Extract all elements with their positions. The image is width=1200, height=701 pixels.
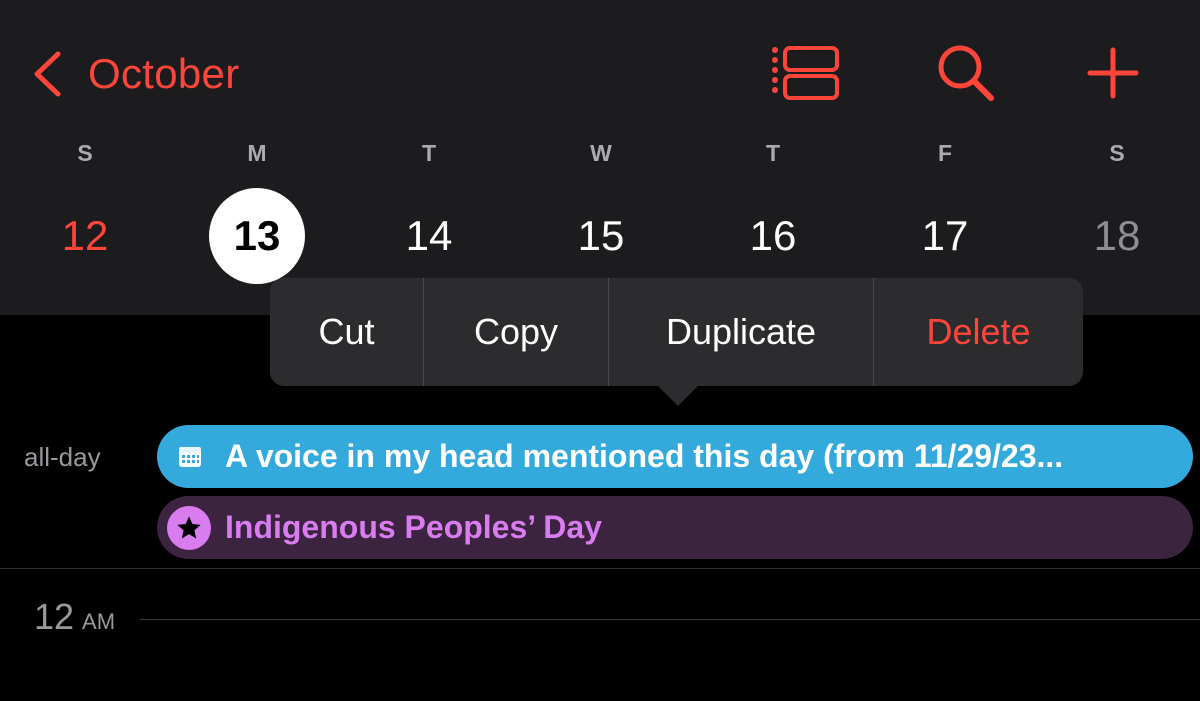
- day-cell[interactable]: 16: [725, 188, 821, 284]
- duplicate-button[interactable]: Duplicate: [609, 278, 874, 386]
- hour-label: 12 AM: [34, 596, 115, 638]
- context-menu-pointer: [656, 384, 700, 406]
- plus-icon: [1087, 47, 1139, 99]
- day-cell[interactable]: 14: [381, 188, 477, 284]
- back-to-month-button[interactable]: October: [32, 44, 240, 104]
- list-view-button[interactable]: [766, 40, 846, 106]
- weekday-label: S: [77, 140, 93, 166]
- chevron-left-icon: [34, 51, 61, 97]
- event-title: A voice in my head mentioned this day (f…: [225, 438, 1064, 474]
- day-cell[interactable]: 18: [1069, 188, 1165, 284]
- weekday-label: W: [590, 140, 612, 166]
- all-day-label: all-day: [24, 442, 101, 472]
- day-cell[interactable]: 15: [553, 188, 649, 284]
- search-icon: [938, 45, 994, 101]
- day-cell[interactable]: 17: [897, 188, 993, 284]
- add-event-button[interactable]: [1073, 40, 1153, 106]
- day-cell-selected[interactable]: 13: [209, 188, 305, 284]
- day-cell[interactable]: 12: [37, 188, 133, 284]
- holiday-badge: [167, 505, 211, 550]
- ampm-label: AM: [82, 609, 116, 634]
- weekday-label: S: [1109, 140, 1125, 166]
- month-label: October: [88, 50, 240, 97]
- weekday-label: M: [247, 140, 267, 166]
- search-button[interactable]: [926, 40, 1006, 106]
- all-day-event[interactable]: Indigenous Peoples’ Day: [157, 496, 1193, 559]
- context-menu: Cut Copy Duplicate Delete: [270, 278, 1083, 386]
- calendar-icon: [179, 446, 201, 467]
- section-divider: [0, 568, 1200, 569]
- copy-button[interactable]: Copy: [424, 278, 609, 386]
- hour-number: 12: [34, 596, 75, 637]
- event-title: Indigenous Peoples’ Day: [225, 509, 602, 545]
- hour-gridline: [140, 619, 1200, 620]
- all-day-event[interactable]: A voice in my head mentioned this day (f…: [157, 425, 1193, 488]
- star-icon: [177, 515, 201, 538]
- list-view-icon: [772, 46, 839, 100]
- weekday-label: T: [765, 140, 781, 166]
- cut-button[interactable]: Cut: [270, 278, 424, 386]
- weekday-label: T: [421, 140, 437, 166]
- weekday-label: F: [937, 140, 953, 166]
- delete-button[interactable]: Delete: [874, 278, 1083, 386]
- calendar-header: October S M T W T F S 12 13 14 15 16 17 …: [0, 0, 1200, 315]
